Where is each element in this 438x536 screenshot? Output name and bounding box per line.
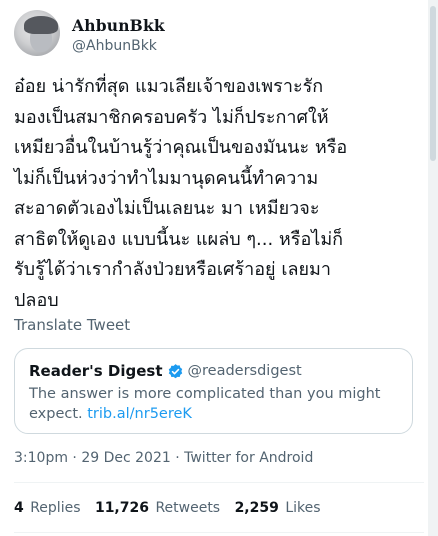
tweet-line: รับรู้ได้ว่าเรากำลังป่วยหรือเศร้าอยู่ เล… (14, 259, 332, 280)
tweet-line: ปลอบ (14, 289, 59, 311)
retweets-label: Retweets (155, 500, 221, 516)
author-display-name[interactable]: AhbunBkk (72, 16, 165, 35)
scrollbar-track[interactable] (428, 0, 438, 536)
meta-separator: · (175, 450, 180, 466)
quoted-tweet-text: The answer is more complicated than you … (29, 384, 399, 424)
quoted-tweet-body: The answer is more complicated than you … (29, 386, 381, 422)
tweet-line: เหมียวอื่นในบ้านรู้ว่าคุณเป็นของมันนะ หร… (14, 137, 348, 158)
translate-tweet-link[interactable]: Translate Tweet (14, 316, 130, 334)
engagement-stats: 4 Replies 11,726 Retweets 2,259 Likes (14, 500, 331, 516)
tweet-date[interactable]: 29 Dec 2021 (81, 450, 170, 466)
quoted-tweet-link[interactable]: trib.al/nr5ereK (87, 406, 192, 422)
verified-badge-icon (167, 363, 184, 380)
retweets-count: 11,726 (94, 500, 149, 516)
likes-stat[interactable]: 2,259 Likes (235, 500, 321, 516)
tweet-time[interactable]: 3:10pm (14, 450, 68, 466)
quoted-author-handle: @readersdigest (187, 363, 302, 379)
scrollbar-thumb[interactable] (430, 6, 436, 161)
tweet-source[interactable]: Twitter for Android (184, 450, 313, 466)
replies-count: 4 (14, 500, 24, 516)
replies-stat[interactable]: 4 Replies (14, 500, 81, 516)
likes-count: 2,259 (234, 500, 279, 516)
quoted-tweet-header: Reader's Digest @readersdigest (29, 362, 302, 380)
likes-label: Likes (285, 500, 321, 516)
meta-separator: · (72, 450, 77, 466)
tweet-metadata: 3:10pm · 29 Dec 2021 · Twitter for Andro… (14, 450, 313, 466)
avatar-hair-shape (24, 16, 58, 34)
tweet-line: สะอาดตัวเองไม่เป็นเลยนะ มา เหมียวจะ (14, 198, 320, 219)
tweet-line: อ๋อย น่ารักที่สุด แมวเลียเจ้าของเพราะรัก (14, 76, 324, 97)
tweet-line: สาธิตให้ดูเอง แบบนี้นะ แผล่บ ๆ... หรือไม… (14, 228, 344, 250)
divider (14, 482, 424, 483)
divider (14, 532, 424, 533)
quoted-tweet-card[interactable]: Reader's Digest @readersdigest The answe… (14, 348, 413, 434)
avatar[interactable] (14, 10, 60, 56)
replies-label: Replies (30, 500, 81, 516)
retweets-stat[interactable]: 11,726 Retweets (95, 500, 220, 516)
tweet-line: ไม่ก็เป็นห่วงว่าทำไมมานุดคนนี้ทำความ (14, 167, 319, 189)
tweet-text: อ๋อย น่ารักที่สุด แมวเลียเจ้าของเพราะรัก… (14, 72, 426, 316)
author-handle[interactable]: @AhbunBkk (72, 38, 157, 54)
quoted-author-name: Reader's Digest (29, 362, 163, 380)
tweet-line: มองเป็นสมาชิกครอบครัว ไม่ก็ประกาศให้ (14, 106, 329, 128)
